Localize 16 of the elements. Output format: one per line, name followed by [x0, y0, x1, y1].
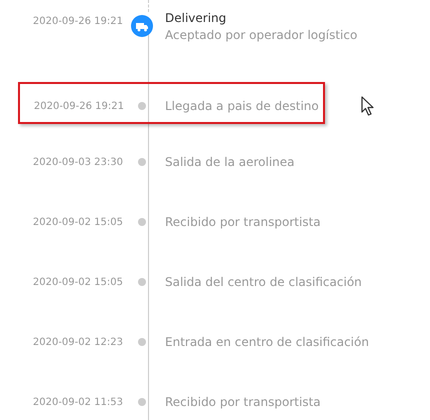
event-description: Recibido por transportista — [165, 394, 321, 411]
event-time: 2020-09-26 19:21 — [32, 15, 123, 27]
event-description: Aceptado por operador logístico — [165, 27, 358, 44]
event-description: Llegada a pais de destino — [165, 98, 319, 115]
event-title: Delivering — [165, 10, 228, 26]
event-time: 2020-09-02 12:23 — [32, 336, 123, 348]
event-time: 2020-09-26 19:21 — [32, 100, 124, 112]
event-time: 2020-09-02 15:05 — [32, 216, 123, 228]
event-time: 2020-09-02 15:05 — [32, 276, 123, 288]
event-description: Recibido por transportista — [165, 214, 321, 231]
event-description: Entrada en centro de clasificación — [165, 334, 369, 351]
event-time: 2020-09-03 23:30 — [32, 156, 123, 168]
event-time: 2020-09-02 11:53 — [32, 396, 123, 408]
event-description: Salida del centro de clasificación — [165, 274, 362, 291]
event-description: Salida de la aerolinea — [165, 154, 294, 171]
cursor-icon — [361, 96, 375, 116]
